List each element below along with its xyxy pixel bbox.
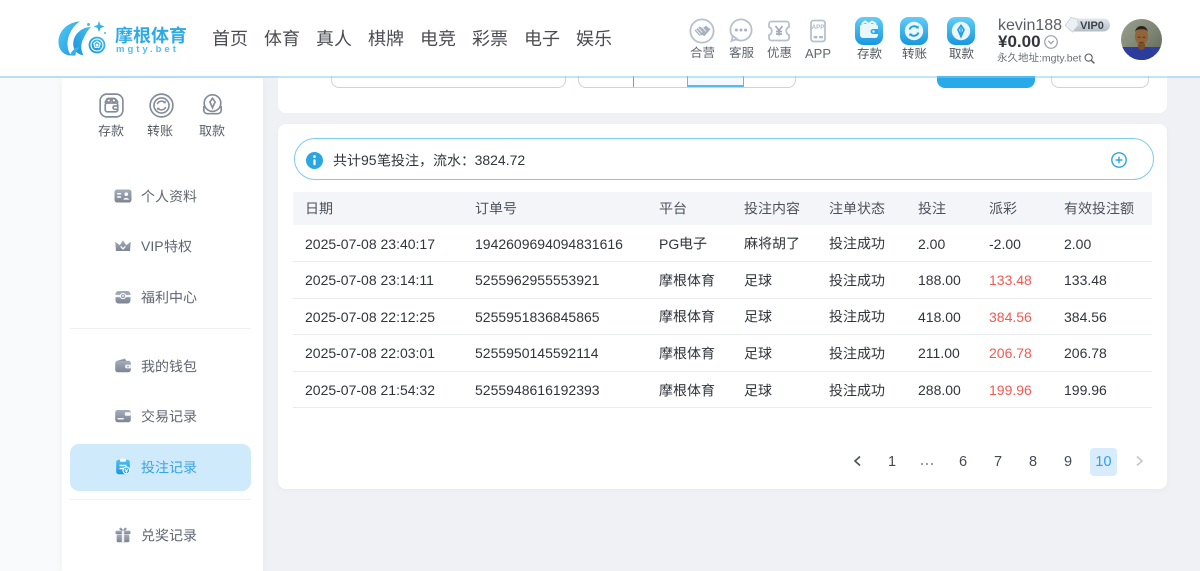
svg-text:APP: APP: [812, 24, 825, 31]
svg-text:VIP0: VIP0: [1080, 20, 1104, 32]
